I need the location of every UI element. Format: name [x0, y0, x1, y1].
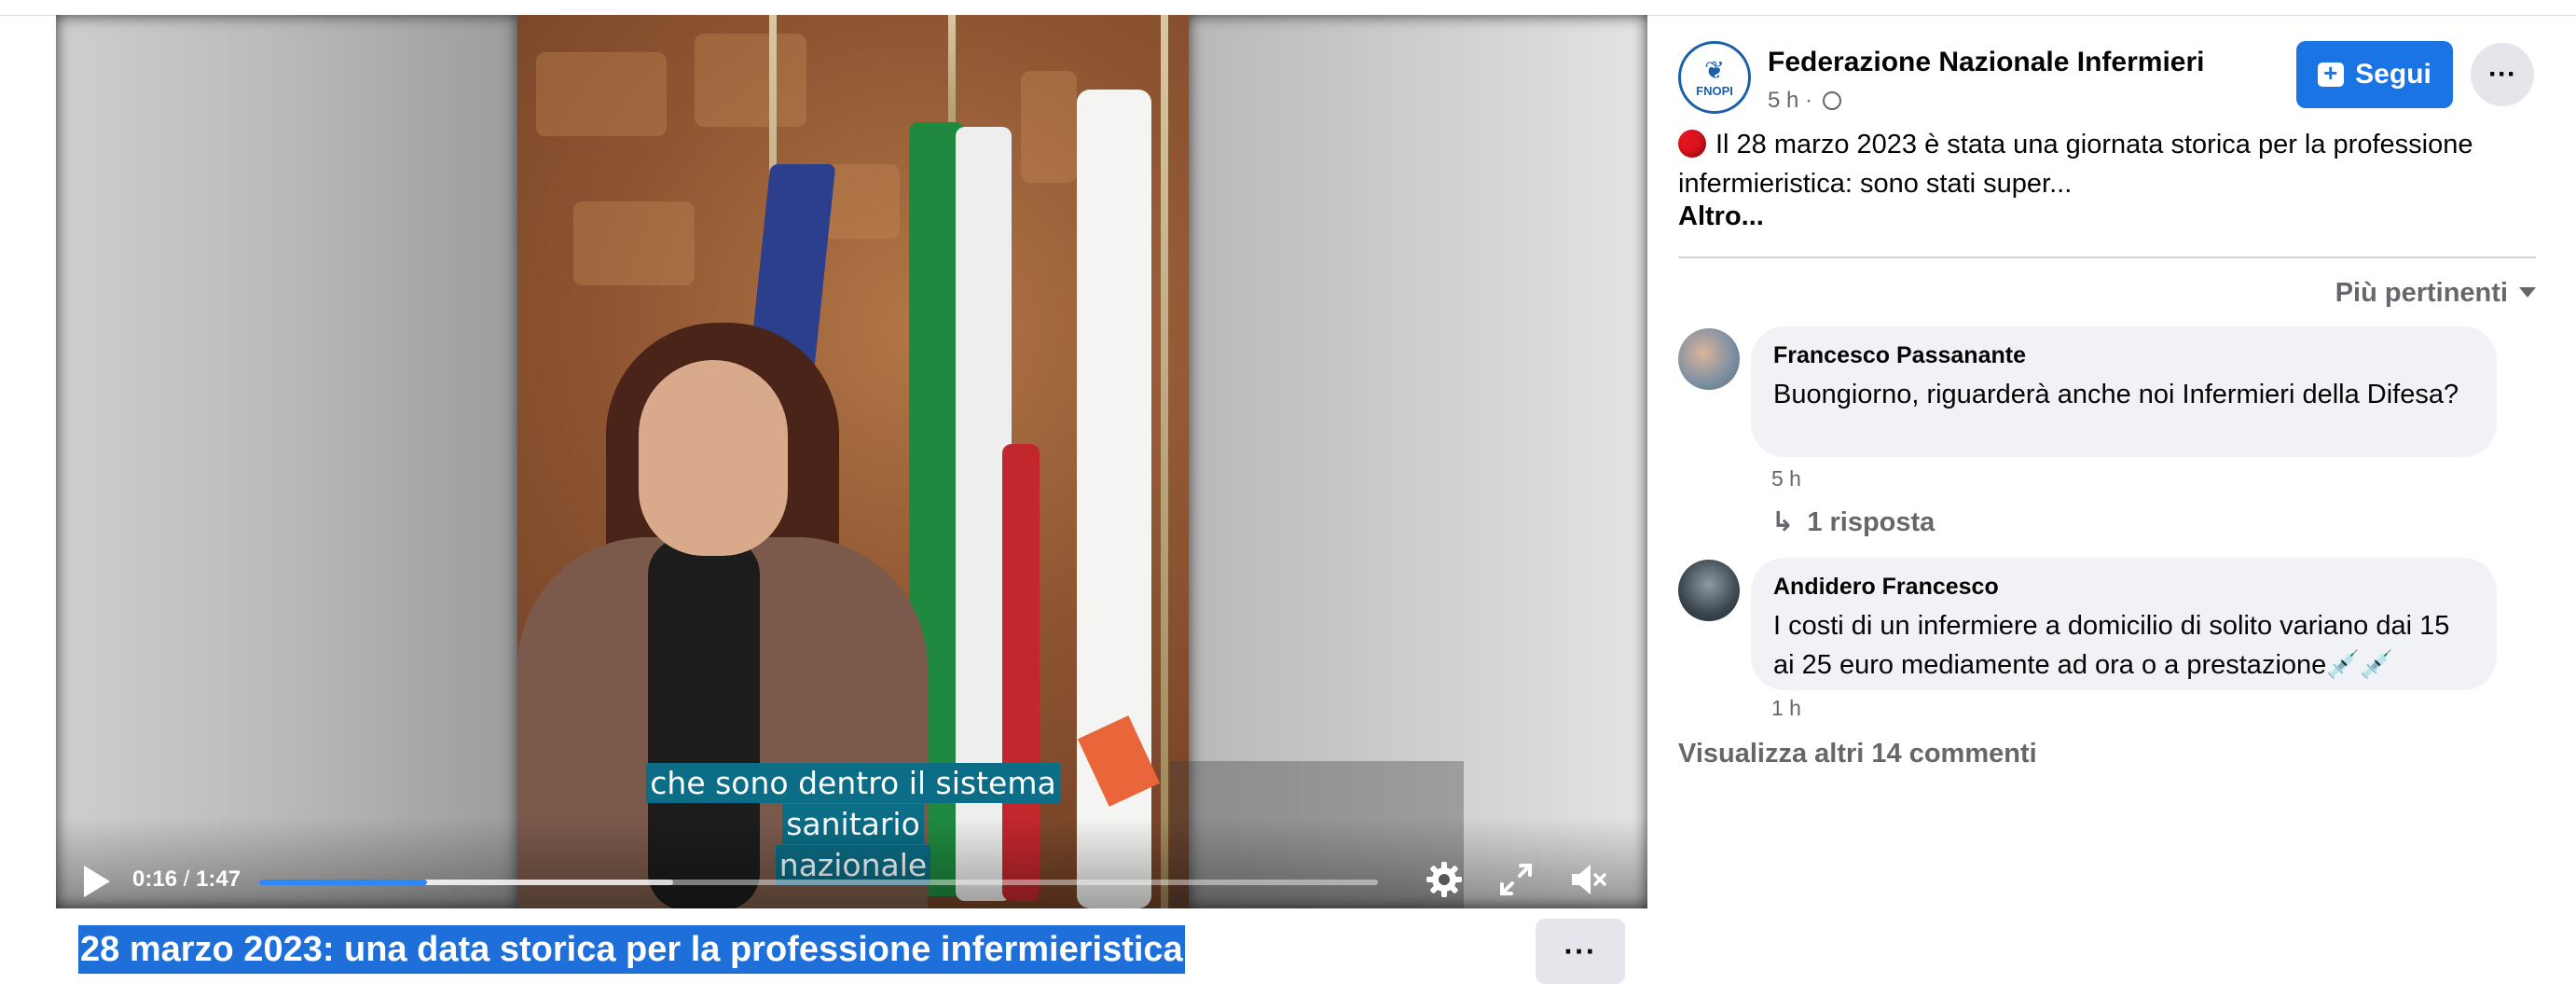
comment-time[interactable]: 1 h — [1771, 696, 1801, 721]
wall-brick — [536, 52, 667, 136]
video-title[interactable]: 28 marzo 2023: una data storica per la p… — [78, 925, 1185, 974]
comment-author[interactable]: Andidero Francesco — [1773, 573, 2474, 601]
wall-brick — [573, 201, 695, 285]
comment-time[interactable]: 5 h — [1771, 466, 1801, 492]
post-text-content: Il 28 marzo 2023 è stata una giornata st… — [1678, 130, 2473, 199]
sort-label: Più pertinenti — [2335, 278, 2508, 308]
play-icon[interactable] — [84, 866, 110, 897]
follow-button[interactable]: Segui — [2296, 41, 2453, 108]
replies-label: 1 risposta — [1807, 507, 1935, 537]
video-more-button[interactable]: ··· — [1536, 919, 1625, 984]
current-time: 0:16 — [132, 866, 178, 892]
progress-played — [259, 880, 427, 885]
settings-gear-icon[interactable] — [1423, 858, 1466, 901]
post-text: Il 28 marzo 2023 è stata una giornata st… — [1678, 125, 2517, 203]
person-face — [639, 360, 788, 556]
view-more-comments-link[interactable]: Visualizza altri 14 commenti — [1678, 739, 2037, 769]
see-more-link[interactable]: Altro... — [1678, 201, 1764, 232]
post-more-button[interactable]: ··· — [2471, 43, 2534, 106]
duration: 1:47 — [196, 866, 241, 892]
comment-sort-dropdown[interactable]: Più pertinenti — [2335, 278, 2536, 309]
progress-bar[interactable] — [259, 880, 1378, 885]
red-circle-icon — [1678, 130, 1706, 158]
comment-text: I costi di un infermiere a domicilio di … — [1773, 611, 2450, 680]
post-meta: 5 h · — [1768, 88, 1841, 114]
reply-arrow-icon: ↳ — [1771, 507, 1795, 537]
fnopi-logo-icon: ❦ — [1704, 55, 1725, 84]
post-time[interactable]: 5 h — [1768, 88, 1798, 113]
video-controls: 0:16 / 1:47 — [56, 817, 1647, 908]
comment-author[interactable]: Francesco Passanante — [1773, 341, 2474, 369]
muted-speaker-icon[interactable] — [1566, 858, 1609, 901]
globe-icon — [1822, 91, 1841, 110]
divider — [1678, 256, 2536, 258]
avatar-label: FNOPI — [1696, 83, 1733, 98]
page-avatar[interactable]: ❦ FNOPI — [1678, 41, 1751, 114]
comment-bubble: Francesco Passanante Buongiorno, riguard… — [1751, 326, 2497, 457]
fullscreen-icon[interactable] — [1495, 858, 1537, 901]
video-blur-left — [56, 15, 517, 908]
flag-pole — [1161, 15, 1168, 908]
page-name-link[interactable]: Federazione Nazionale Infermieri — [1768, 47, 2204, 78]
wall-brick — [1021, 71, 1077, 183]
time-separator: / — [183, 866, 190, 892]
follow-label: Segui — [2355, 59, 2431, 90]
wall-brick — [695, 34, 806, 127]
comment-text: Buongiorno, riguarderà anche noi Infermi… — [1773, 380, 2459, 409]
top-border — [0, 0, 2576, 16]
follow-icon — [2318, 59, 2345, 88]
post-panel: ❦ FNOPI Federazione Nazionale Infermieri… — [1678, 15, 2536, 948]
video-time: 0:16 / 1:47 — [132, 866, 241, 893]
view-replies-link[interactable]: ↳ 1 risposta — [1771, 506, 1935, 538]
video-player[interactable]: che sono dentro il sistema sanitario naz… — [56, 15, 1647, 908]
avatar[interactable] — [1678, 560, 1740, 621]
caret-down-icon — [2519, 287, 2536, 298]
avatar[interactable] — [1678, 328, 1740, 390]
meta-separator: · — [1805, 88, 1813, 113]
comment-bubble: Andidero Francesco I costi di un infermi… — [1751, 558, 2497, 690]
